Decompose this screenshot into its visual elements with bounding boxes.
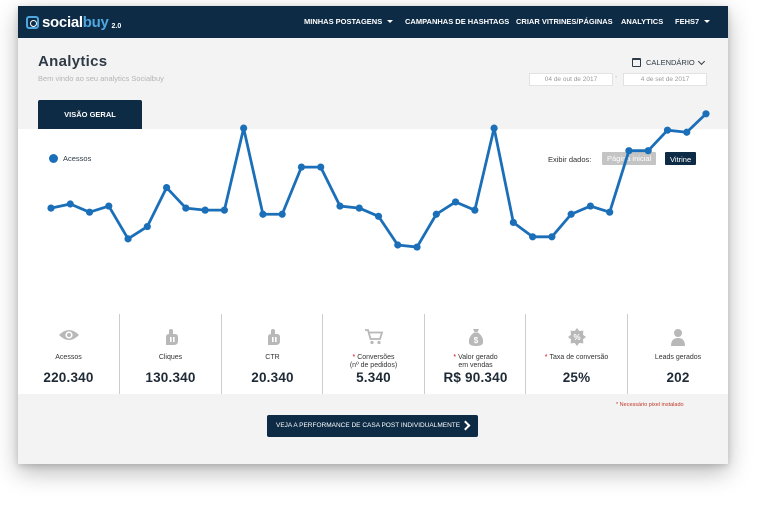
data-point[interactable] <box>278 210 286 218</box>
stat-label: * Valor gerado em vendas <box>453 354 498 369</box>
data-point[interactable] <box>259 210 267 218</box>
data-point[interactable] <box>490 124 498 132</box>
svg-text:%: % <box>573 333 580 342</box>
data-point[interactable] <box>105 202 113 210</box>
stat-valor-gerado: $ * Valor gerado em vendas R$ 90.340 <box>425 314 526 394</box>
data-point[interactable] <box>297 163 306 171</box>
percent-badge-icon: % <box>567 328 586 346</box>
data-point[interactable] <box>240 124 248 132</box>
stat-value: 25% <box>562 370 591 385</box>
stat-label: Cliques <box>158 354 183 361</box>
chevron-right-icon <box>460 420 471 431</box>
data-point[interactable] <box>355 204 363 212</box>
data-point[interactable] <box>47 204 55 212</box>
post-performance-button[interactable]: VEJA A PERFORMANCE DE CASA POST INDIVIDU… <box>267 415 478 437</box>
stat-value: 220.340 <box>43 370 94 385</box>
data-point[interactable] <box>567 210 575 218</box>
stat-conversoes: * Conversões (nº de pedidos) 5.340 <box>323 314 424 394</box>
pointer-icon <box>267 329 280 345</box>
pointer-icon <box>165 329 178 345</box>
data-point[interactable] <box>220 206 228 214</box>
user-icon <box>671 329 685 346</box>
money-bag-icon: $ <box>468 329 483 346</box>
stat-value: 202 <box>666 370 690 385</box>
stat-cliques: Cliques 130.340 <box>120 314 221 394</box>
data-point[interactable] <box>606 208 614 216</box>
data-point[interactable] <box>625 147 633 155</box>
eye-icon <box>58 330 79 340</box>
cart-icon <box>364 329 383 345</box>
data-point[interactable] <box>317 163 325 171</box>
data-point[interactable] <box>683 128 691 136</box>
app-window: social buy 2.0 MINHAS POSTAGENS CAMPANHA… <box>18 6 728 464</box>
stat-ctr: CTR 20.340 <box>222 314 323 394</box>
data-point[interactable] <box>471 206 479 214</box>
data-point[interactable] <box>336 202 344 210</box>
stat-value: 20.340 <box>251 370 294 385</box>
footnote: * Necessário pixel instalado <box>616 402 684 408</box>
stat-label: * Conversões (nº de pedidos) <box>349 354 398 369</box>
stat-taxa-conversao: % * Taxa de conversão 25% <box>526 314 627 394</box>
data-point[interactable] <box>702 110 710 118</box>
data-point[interactable] <box>85 208 94 216</box>
data-point[interactable] <box>432 210 440 218</box>
data-point[interactable] <box>394 241 402 249</box>
stat-label: Leads gerados <box>654 354 702 361</box>
data-point[interactable] <box>66 200 74 208</box>
stats-row: Acessos 220.340 Cliques 130.340 CTR 20.3… <box>18 314 728 394</box>
data-point[interactable] <box>143 222 151 231</box>
data-point[interactable] <box>124 235 132 243</box>
data-point[interactable] <box>644 147 652 155</box>
stat-value: 5.340 <box>356 370 391 385</box>
line-chart <box>47 110 710 251</box>
stat-acessos: Acessos 220.340 <box>18 314 119 394</box>
stat-label: * Taxa de conversão <box>544 354 609 361</box>
stat-value: R$ 90.340 <box>443 370 508 385</box>
data-point[interactable] <box>663 126 672 134</box>
stat-label: Acessos <box>55 354 82 361</box>
data-point[interactable] <box>162 184 171 192</box>
data-point[interactable] <box>413 243 421 251</box>
data-point[interactable] <box>548 233 556 241</box>
data-point[interactable] <box>201 206 209 214</box>
stat-label: CTR <box>265 354 280 361</box>
svg-text:$: $ <box>473 336 478 345</box>
data-point[interactable] <box>182 204 190 212</box>
stat-value: 130.340 <box>145 370 196 385</box>
data-point[interactable] <box>374 212 383 220</box>
data-point[interactable] <box>451 198 460 206</box>
button-label: VEJA A PERFORMANCE DE CASA POST INDIVIDU… <box>276 422 461 429</box>
data-point[interactable] <box>529 233 537 241</box>
data-point[interactable] <box>586 202 595 210</box>
data-point[interactable] <box>509 218 517 227</box>
stat-leads: Leads gerados 202 <box>628 314 728 394</box>
